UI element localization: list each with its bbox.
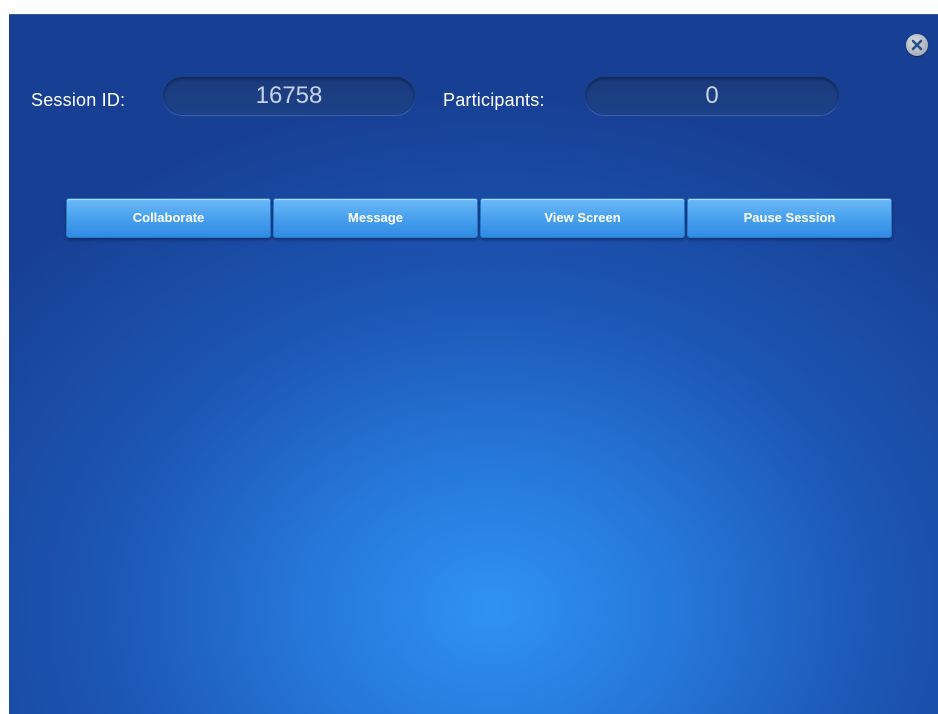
collaborate-button[interactable]: Collaborate — [66, 198, 271, 238]
pause-session-button[interactable]: Pause Session — [687, 198, 892, 238]
message-button[interactable]: Message — [273, 198, 478, 238]
close-button[interactable] — [906, 34, 928, 56]
session-panel: Session ID: 16758 Participants: 0 Collab… — [9, 14, 938, 714]
action-toolbar: Collaborate Message View Screen Pause Se… — [66, 198, 892, 238]
close-icon — [911, 39, 923, 51]
session-id-field: 16758 — [163, 77, 415, 115]
session-id-label: Session ID: — [31, 90, 126, 110]
participants-label: Participants: — [443, 90, 545, 110]
view-screen-button[interactable]: View Screen — [480, 198, 685, 238]
participants-count-field: 0 — [585, 77, 839, 115]
